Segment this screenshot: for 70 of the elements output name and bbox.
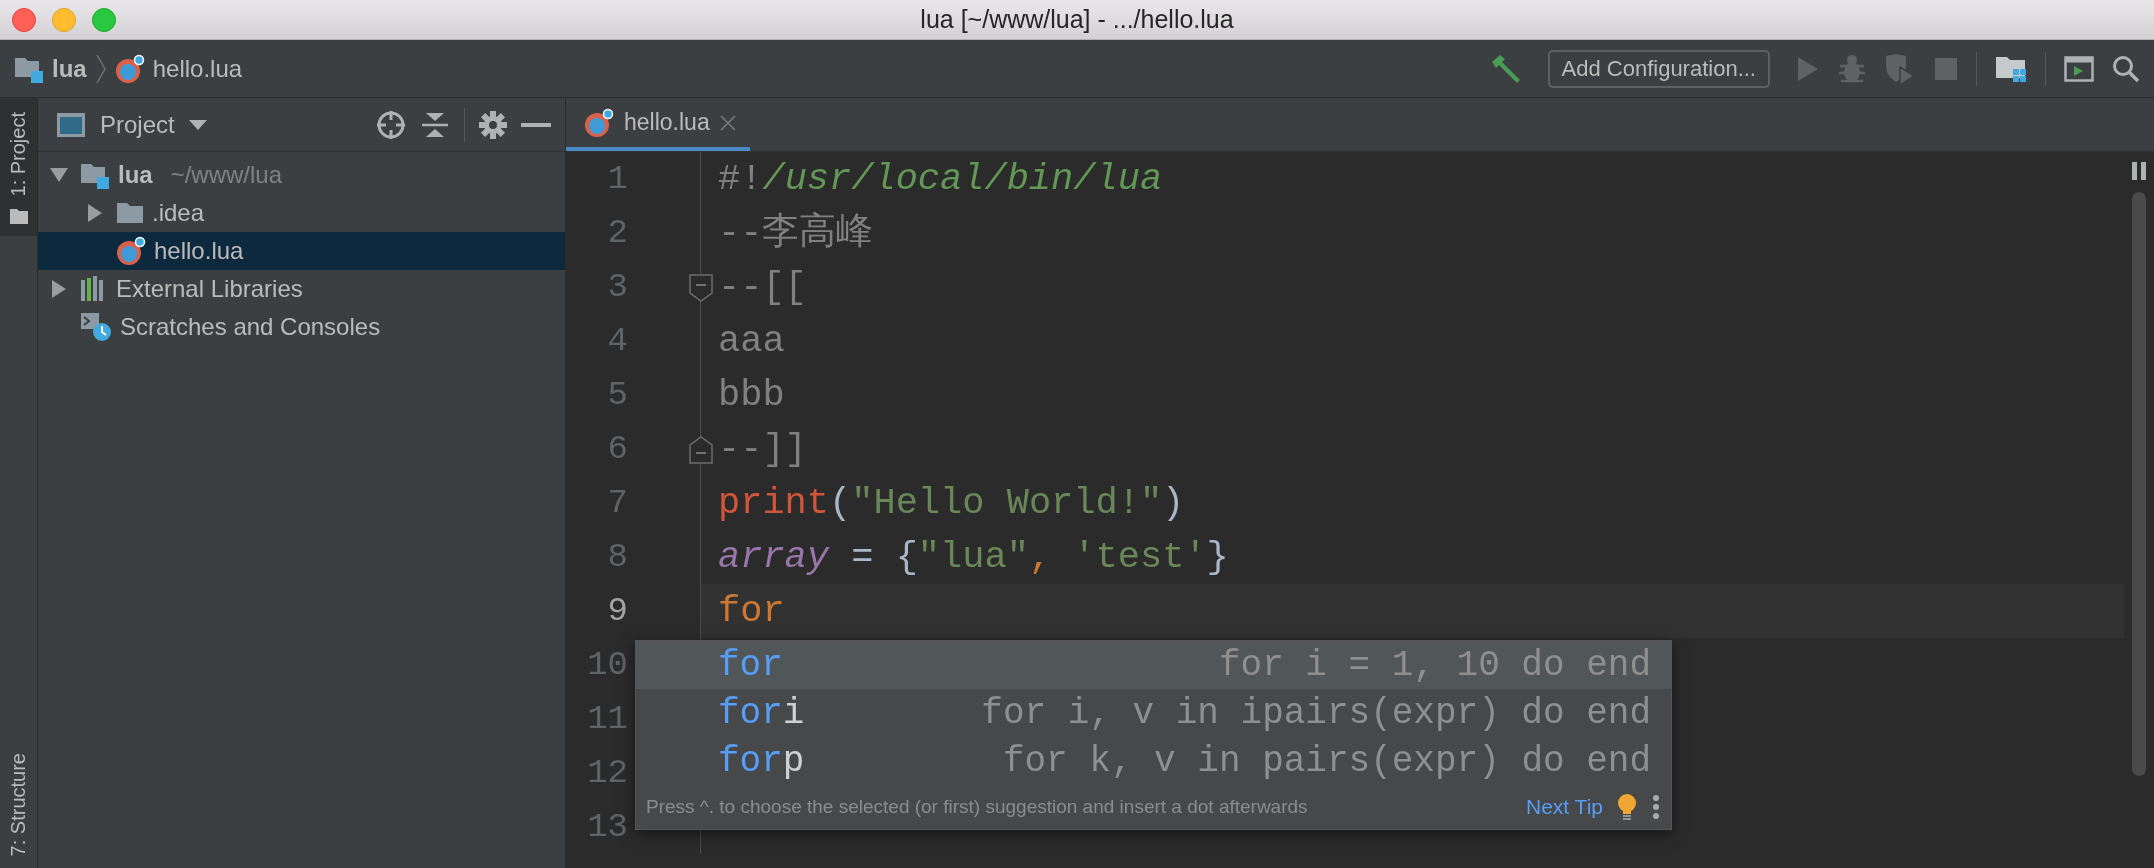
completion-hint: Press ^. to choose the selected (or first) suggestion and insert a dot afterwards <box>646 796 1308 818</box>
line-number: 8 <box>606 537 628 578</box>
completion-item[interactable]: forp for k, v in pairs(expr) do end <box>636 737 1671 785</box>
tree-item[interactable]: hello.lua <box>38 232 565 270</box>
add-configuration-button[interactable]: Add Configuration... <box>1547 49 1770 88</box>
line-number: 2 <box>606 213 628 254</box>
code-line: --]] <box>718 427 807 472</box>
folder-grid-icon[interactable] <box>1995 54 2027 83</box>
tree-item[interactable]: .idea <box>38 194 565 232</box>
completion-template: for k, v in pairs(expr) do end <box>1002 740 1651 782</box>
lua-file-icon <box>116 236 146 266</box>
locate-target-icon[interactable] <box>376 109 406 140</box>
lightbulb-icon[interactable] <box>1617 793 1637 821</box>
line-number: 5 <box>606 375 628 416</box>
tool-window-tab[interactable]: 1: Project <box>0 98 37 237</box>
scratch-console-icon <box>80 312 112 342</box>
collapsed-arrow-icon[interactable] <box>88 204 102 222</box>
tool-window-tab[interactable]: 7: Structure <box>0 738 37 868</box>
line-number: 6 <box>606 429 628 470</box>
line-number: 12 <box>586 753 628 794</box>
minimize-icon[interactable] <box>521 121 551 128</box>
more-options-icon[interactable] <box>1651 794 1661 820</box>
line-number: 10 <box>586 645 628 686</box>
lua-file-icon <box>584 107 614 138</box>
line-number: 7 <box>606 483 628 524</box>
code-line: bbb <box>718 373 785 418</box>
line-number: 3 <box>606 267 628 308</box>
fold-marker-icon[interactable] <box>689 274 713 302</box>
line-number: 4 <box>606 321 628 362</box>
path-hint: ~/www/lua <box>170 161 283 189</box>
project-window-icon <box>56 111 86 138</box>
completion-item[interactable]: fori for i, v in ipairs(expr) do end <box>636 689 1671 737</box>
scrollbar[interactable] <box>2132 192 2146 776</box>
tree-item[interactable]: External Libraries <box>38 270 565 308</box>
line-number: 9 <box>606 591 628 632</box>
breadcrumb-chevron-icon <box>94 53 107 84</box>
search-icon[interactable] <box>2112 54 2140 83</box>
code-line: for <box>718 589 785 634</box>
dropdown-caret-icon[interactable] <box>188 119 207 130</box>
line-number: 11 <box>586 699 628 740</box>
code-line: print("Hello World!") <box>718 481 1185 526</box>
breadcrumb-item[interactable]: hello.lua <box>152 54 243 83</box>
code-line: aaa <box>718 319 785 364</box>
zoom-window-button[interactable] <box>92 7 116 32</box>
breadcrumb-item[interactable]: lua <box>52 54 87 83</box>
code-line: --李高峰 <box>718 210 874 256</box>
fold-marker-icon[interactable] <box>689 436 713 464</box>
run-window-icon[interactable] <box>2064 55 2094 82</box>
line-number: 13 <box>586 807 628 848</box>
code-line: --[[ <box>718 265 807 310</box>
folder-icon <box>9 208 28 225</box>
expanded-arrow-icon[interactable] <box>50 168 68 182</box>
close-window-button[interactable] <box>12 7 36 32</box>
code-line: #!/usr/local/bin/lua <box>718 157 1163 202</box>
panel-title[interactable]: Project <box>100 110 175 139</box>
tree-item[interactable]: Scratches and Consoles <box>38 308 565 346</box>
close-icon[interactable] <box>719 114 736 131</box>
line-number: 1 <box>606 159 628 200</box>
editor-tab[interactable]: hello.lua <box>566 98 750 151</box>
completion-template: for i, v in ipairs(expr) do end <box>981 692 1651 734</box>
lua-file-icon <box>114 53 145 84</box>
module-folder-icon <box>80 161 110 189</box>
window-title: lua [~/www/lua] - .../hello.lua <box>920 5 1234 34</box>
completion-template: for i = 1, 10 do end <box>1218 644 1651 686</box>
code-line: array = {"lua", 'test'} <box>718 535 1229 580</box>
collapsed-arrow-icon[interactable] <box>52 280 66 298</box>
tree-item[interactable]: lua ~/www/lua <box>38 156 565 194</box>
next-tip-link[interactable]: Next Tip <box>1525 795 1603 819</box>
hammer-icon[interactable] <box>1489 53 1522 84</box>
folder-icon <box>116 201 144 225</box>
